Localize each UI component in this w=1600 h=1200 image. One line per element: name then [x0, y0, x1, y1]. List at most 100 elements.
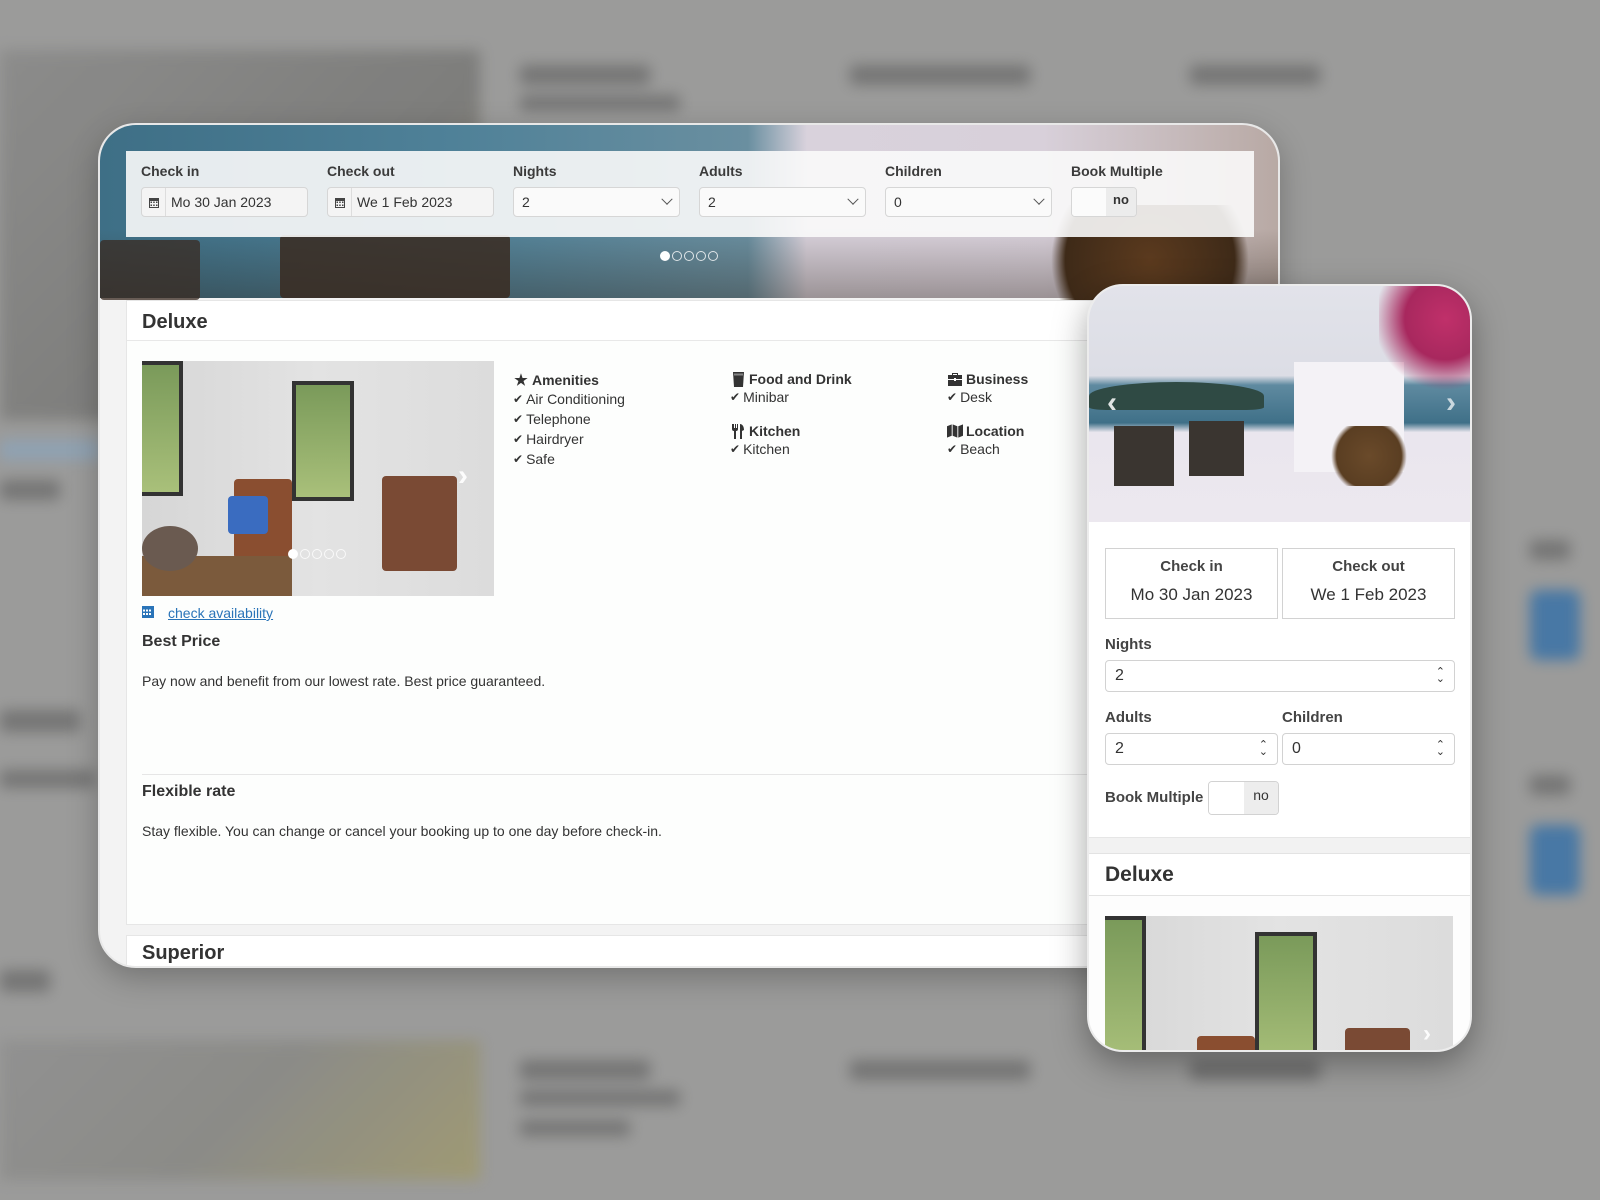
nights-select[interactable]: 2: [513, 187, 680, 217]
room-title: Deluxe: [1105, 863, 1174, 886]
children-label: Children: [1282, 709, 1343, 726]
rate-description: Stay flexible. You can change or cancel …: [142, 823, 662, 839]
hero-image-detail: [1189, 421, 1244, 476]
check-out-input[interactable]: We 1 Feb 2023: [327, 187, 494, 217]
mobile-check-in[interactable]: Check in Mo 30 Jan 2023: [1105, 548, 1278, 619]
hero-image-detail: [1324, 426, 1414, 486]
amenity-label: Telephone: [526, 411, 591, 427]
nights-value: 2: [1115, 667, 1124, 684]
amenity-group-header: ★ Amenities: [513, 371, 713, 389]
mobile-search-form: Check in Mo 30 Jan 2023 Check out We 1 F…: [1089, 522, 1470, 838]
amenities-column-1: ★ Amenities ✔ Air Conditioning ✔ Telephone…: [513, 371, 713, 483]
bg-text: [0, 770, 95, 788]
room-title: Deluxe: [142, 311, 208, 333]
children-value: 0: [894, 194, 902, 210]
room-photo-carousel[interactable]: ›: [142, 361, 494, 596]
rate-title: Flexible rate: [142, 783, 236, 800]
hero-image-detail: [1379, 286, 1470, 396]
chevron-right-icon[interactable]: ›: [458, 459, 468, 493]
nights-label: Nights: [1105, 636, 1152, 653]
adults-select[interactable]: 2: [699, 187, 866, 217]
carousel-dot[interactable]: [288, 549, 298, 559]
calendar-icon: [142, 188, 166, 216]
carousel-dot[interactable]: [696, 251, 706, 261]
carousel-dot[interactable]: [312, 549, 322, 559]
check-icon: ✔: [947, 390, 958, 404]
adults-value: 2: [708, 194, 716, 210]
bg-text: [1530, 775, 1570, 795]
carousel-dot[interactable]: [672, 251, 682, 261]
carousel-dot[interactable]: [684, 251, 694, 261]
nights-value: 2: [522, 194, 530, 210]
mobile-adults-select[interactable]: 2 ⌃ ⌄: [1105, 733, 1278, 765]
mobile-nights-select[interactable]: 2 ⌃ ⌄: [1105, 660, 1455, 692]
adults-field: Adults 2: [699, 163, 866, 217]
check-icon: ✔: [513, 432, 524, 446]
mobile-check-out[interactable]: Check out We 1 Feb 2023: [1282, 548, 1455, 619]
chevron-down-icon: [661, 193, 673, 205]
rate-title: Best Price: [142, 633, 221, 650]
mobile-room-body: ›: [1089, 896, 1470, 1050]
mobile-hero-carousel[interactable]: ‹ ›: [1089, 286, 1470, 522]
room-header: Deluxe: [127, 301, 1255, 341]
amenity-label: Hairdryer: [526, 431, 584, 447]
rate-flexible[interactable]: Flexible rate Stay flexible. You can cha…: [142, 783, 1242, 839]
chevron-right-icon[interactable]: ›: [1423, 1020, 1431, 1048]
bg-text: [850, 65, 1030, 85]
photo-window: [292, 381, 354, 501]
amenity-group-title: Kitchen: [749, 423, 801, 439]
photo-vase: [142, 526, 198, 571]
hero-image-detail: [1114, 426, 1174, 486]
bg-button: [1530, 825, 1580, 895]
children-select[interactable]: 0: [885, 187, 1052, 217]
book-multiple-toggle[interactable]: no: [1071, 187, 1137, 217]
check-availability-link[interactable]: check availability: [168, 605, 273, 621]
bg-text: [0, 710, 80, 732]
bg-room-photo: [0, 1040, 480, 1180]
amenity-label: Beach: [960, 441, 1000, 457]
bg-text: [1530, 540, 1570, 560]
calendar-icon: [142, 605, 154, 621]
hero-carousel-indicators: [660, 251, 718, 261]
check-out-label: Check out: [327, 163, 395, 179]
amenity-label: Air Conditioning: [526, 391, 625, 407]
adults-value: 2: [1115, 740, 1124, 757]
carousel-dot[interactable]: [300, 549, 310, 559]
amenity-group-title: Food and Drink: [749, 371, 852, 387]
check-in-input[interactable]: Mo 30 Jan 2023: [141, 187, 308, 217]
chevron-left-icon[interactable]: ‹: [1107, 386, 1117, 420]
amenity-item: ✔ Kitchen: [730, 439, 930, 459]
cutlery-icon: [730, 423, 746, 439]
amenity-group: Food and Drink ✔ Minibar: [730, 371, 930, 407]
check-out-field: Check out We 1 Feb 2023: [327, 163, 494, 217]
availability-search-bar: Check in Mo 30 Jan 2023 Check out We 1 F…: [126, 151, 1254, 237]
amenity-group-title: Amenities: [532, 372, 599, 388]
bg-text: [520, 1120, 630, 1136]
hero-image-detail: [280, 235, 510, 298]
bg-text: [520, 1090, 680, 1106]
carousel-dot[interactable]: [324, 549, 334, 559]
rate-best-price[interactable]: Best Price Pay now and benefit from our …: [142, 633, 1242, 689]
carousel-dot[interactable]: [660, 251, 670, 261]
chevron-right-icon[interactable]: ›: [1446, 386, 1456, 420]
check-out-value: We 1 Feb 2023: [1310, 585, 1427, 604]
mobile-booking-view: ‹ › Check in Mo 30 Jan 2023 Check out We…: [1087, 284, 1472, 1052]
carousel-dot[interactable]: [708, 251, 718, 261]
check-icon: ✔: [730, 390, 741, 404]
amenity-group-header: Kitchen: [730, 423, 930, 439]
check-availability-row: check availability: [142, 605, 273, 621]
toggle-state: no: [1244, 782, 1278, 814]
photo-window: [142, 361, 183, 496]
hero-image-detail: [100, 240, 200, 300]
bg-text: [850, 1060, 1030, 1080]
amenity-group-title: Location: [966, 423, 1025, 439]
mobile-children-select[interactable]: 0 ⌃ ⌄: [1282, 733, 1455, 765]
section-spacer: [1089, 838, 1470, 854]
mobile-book-multiple-toggle[interactable]: no: [1208, 781, 1279, 815]
mobile-room-photo[interactable]: ›: [1105, 916, 1453, 1050]
adults-label: Adults: [1105, 709, 1152, 726]
book-multiple-field: Book Multiple no: [1071, 163, 1163, 217]
carousel-dot[interactable]: [336, 549, 346, 559]
bg-text: [0, 480, 60, 500]
amenity-label: Safe: [526, 451, 555, 467]
